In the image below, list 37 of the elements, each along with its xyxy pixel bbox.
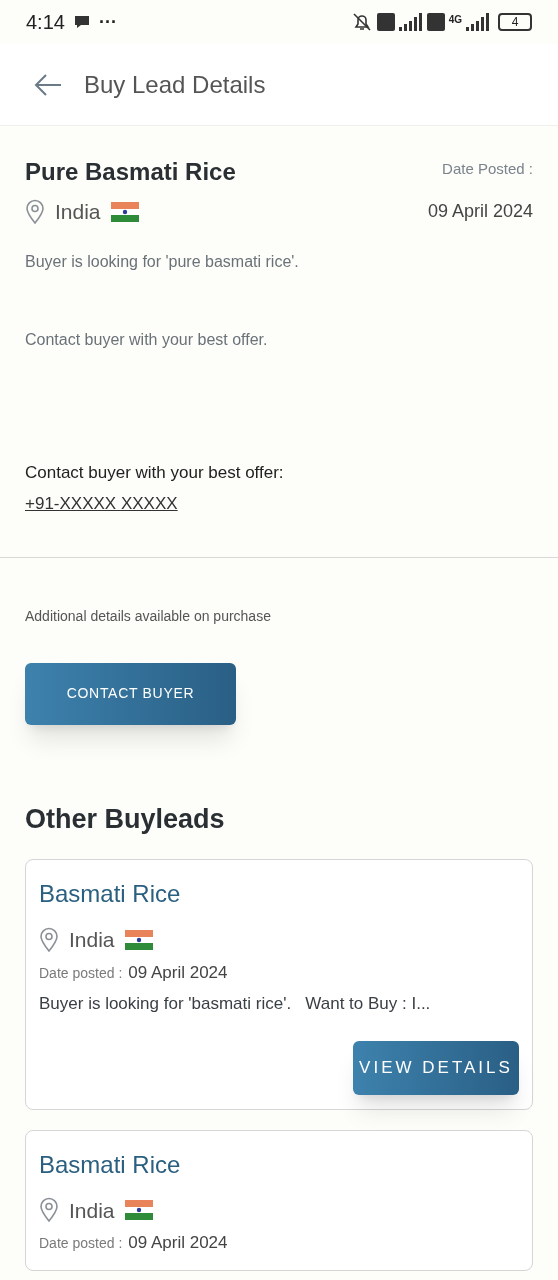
posted-date: 09 April 2024 [128,1232,228,1254]
country-name: India [69,1197,115,1224]
time: 4:14 [26,10,65,35]
muted-bell-icon [350,11,373,33]
back-arrow-icon[interactable] [34,72,62,97]
date-posted-label: Date posted : [39,1234,123,1253]
chat-icon [72,14,91,30]
india-flag-icon [124,929,153,950]
buylead-title[interactable]: Basmati Rice [39,1146,519,1183]
india-flag-icon [124,1200,153,1221]
buylead-description: Buyer is looking for 'basmati rice'. Want to Buy : I... [39,993,432,1015]
posted-date: 09 April 2024 [427,200,533,224]
posted-date: 09 April 2024 [128,961,228,984]
india-flag-icon [110,201,139,222]
signal-icon [466,13,490,31]
lead-description: Buyer is looking for 'pure basmati rice'. [25,251,300,272]
network-type: 4G [448,13,462,27]
signal-icon [398,13,423,31]
country-name: India [69,927,115,953]
location-pin-icon [39,1197,59,1224]
date-posted-label: Date posted : [39,963,123,983]
view-details-button[interactable]: VIEW DETAILS [353,1040,519,1095]
location-pin-icon [39,926,59,953]
page-title: Buy Lead Details [84,69,266,100]
date-posted-label: Date Posted : [442,159,533,179]
additional-details-note: Additional details available on purchase [25,606,272,626]
battery-indicator: 4 [498,13,532,31]
more-notifications: ··· [98,10,117,34]
lead-note: Contact buyer with your best offer. [25,329,269,350]
buylead-title[interactable]: Basmati Rice [39,876,519,912]
lead-title: Pure Basmati Rice [25,157,236,187]
contact-buyer-button[interactable]: CONTACT BUYER [25,662,236,725]
country-name: India [55,199,101,225]
location-pin-icon [25,198,45,225]
contact-label: Contact buyer with your best offer: [25,461,285,484]
section-heading: Other Buyleads [25,802,226,836]
phone-number-link[interactable]: +91-XXXXX XXXXX [25,491,178,517]
